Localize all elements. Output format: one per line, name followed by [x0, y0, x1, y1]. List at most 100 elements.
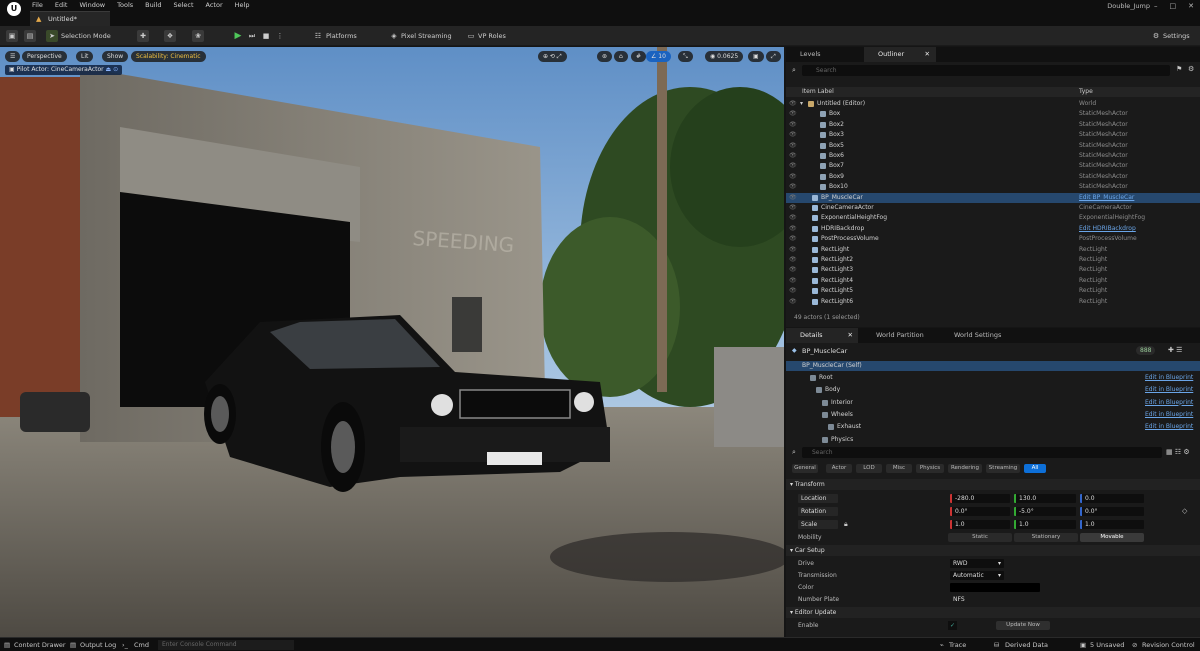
- outliner-row[interactable]: 👁︎ BP_MuscleCar Edit BP_MuscleCar: [786, 192, 1200, 203]
- component-row[interactable]: Root Edit in Blueprint: [786, 373, 1200, 383]
- more-options-icon[interactable]: ⋮: [274, 30, 286, 42]
- close-icon[interactable]: ✕: [1188, 2, 1194, 10]
- scale-snap-icon[interactable]: ⤡: [678, 51, 693, 62]
- scale-x-field[interactable]: 1.0: [950, 520, 1010, 529]
- camera-speed-icon[interactable]: ▣: [748, 51, 764, 62]
- visibility-eye-icon[interactable]: 👁︎: [789, 203, 797, 213]
- visibility-eye-icon[interactable]: 👁︎: [789, 172, 797, 182]
- transform-section[interactable]: ▾ Transform: [786, 479, 1200, 490]
- platforms-dropdown[interactable]: Platforms: [326, 29, 357, 43]
- visibility-eye-icon[interactable]: 👁︎: [789, 265, 797, 275]
- content-drawer-button[interactable]: Content Drawer: [14, 641, 66, 649]
- outliner-row[interactable]: 👁︎ Box3 StaticMeshActor: [786, 130, 1200, 140]
- outliner-row[interactable]: 👁︎ Box6 StaticMeshActor: [786, 151, 1200, 161]
- menu-actor[interactable]: Actor: [206, 1, 223, 9]
- derived-data-button[interactable]: Derived Data: [1005, 641, 1048, 649]
- close-tab-icon[interactable]: ✕: [848, 328, 853, 343]
- rotation-x-field[interactable]: 0.0°: [950, 507, 1010, 516]
- scale-snap-button[interactable]: ◉ 0.0625: [705, 51, 744, 62]
- visibility-eye-icon[interactable]: 👁︎: [789, 161, 797, 171]
- update-now-button[interactable]: Update Now: [996, 621, 1050, 630]
- settings-icon[interactable]: ⚙: [1188, 65, 1194, 73]
- visibility-eye-icon[interactable]: 👁︎: [789, 130, 797, 140]
- menu-window[interactable]: Window: [79, 1, 105, 9]
- minimize-icon[interactable]: –: [1154, 2, 1158, 10]
- rotation-snap-button[interactable]: ∠ 10: [646, 51, 671, 62]
- grid-snap-icon[interactable]: #: [631, 51, 647, 62]
- rotation-y-field[interactable]: -5.0°: [1014, 507, 1076, 516]
- tab-outliner[interactable]: Outliner ✕: [864, 47, 936, 62]
- console-command-input[interactable]: Enter Console Command: [158, 640, 294, 650]
- menu-select[interactable]: Select: [173, 1, 193, 9]
- edit-in-blueprint-link[interactable]: Edit in Blueprint: [1145, 410, 1193, 420]
- visibility-eye-icon[interactable]: 👁︎: [789, 276, 797, 286]
- gear-icon[interactable]: ⚙: [1150, 30, 1162, 42]
- outliner-row[interactable]: 👁︎ RectLight2 RectLight: [786, 255, 1200, 265]
- visibility-eye-icon[interactable]: 👁︎: [789, 234, 797, 244]
- component-count[interactable]: 888: [1136, 346, 1156, 355]
- cat-misc[interactable]: Misc: [886, 464, 912, 473]
- details-search-input[interactable]: Search: [802, 447, 1162, 458]
- tab-details[interactable]: Details ✕: [786, 328, 858, 343]
- selection-mode-icon[interactable]: ➤: [46, 30, 58, 42]
- revision-control-button[interactable]: Revision Control: [1142, 641, 1195, 649]
- cat-lod[interactable]: LOD: [856, 464, 882, 473]
- close-tab-icon[interactable]: ✕: [925, 47, 930, 62]
- menu-tools[interactable]: Tools: [117, 1, 133, 9]
- content-browser-icon[interactable]: ▤: [24, 30, 36, 42]
- filter-icon[interactable]: ⚑: [1176, 65, 1182, 73]
- settings-button[interactable]: Settings: [1163, 29, 1190, 43]
- edit-in-blueprint-link[interactable]: Edit in Blueprint: [1145, 385, 1193, 395]
- location-x-field[interactable]: -280.0: [950, 494, 1010, 503]
- component-row[interactable]: Exhaust Edit in Blueprint: [786, 422, 1200, 432]
- stop-icon[interactable]: ■: [260, 30, 272, 42]
- rotation-label[interactable]: Rotation: [798, 507, 838, 516]
- surface-snap-icon[interactable]: ⌂: [614, 51, 628, 62]
- viewport-options-menu[interactable]: ☰: [5, 51, 21, 62]
- outliner-row[interactable]: 👁︎ Box7 StaticMeshActor: [786, 161, 1200, 171]
- cat-streaming[interactable]: Streaming: [986, 464, 1020, 473]
- play-icon[interactable]: ▶: [232, 30, 244, 42]
- scale-z-field[interactable]: 1.0: [1080, 520, 1144, 529]
- transmission-dropdown[interactable]: Automatic ▾: [950, 571, 1004, 580]
- enable-checkbox[interactable]: ✓: [948, 621, 957, 630]
- component-row[interactable]: Body Edit in Blueprint: [786, 385, 1200, 395]
- outliner-row[interactable]: 👁︎ Box StaticMeshActor: [786, 109, 1200, 119]
- cat-actor[interactable]: Actor: [826, 464, 852, 473]
- chevron-down-icon[interactable]: ▾: [800, 99, 803, 109]
- add-component-icon[interactable]: ✚ ☰: [1168, 346, 1182, 354]
- outliner-row[interactable]: 👁︎ RectLight RectLight: [786, 245, 1200, 255]
- tab-world-settings[interactable]: World Settings: [942, 328, 1022, 343]
- visibility-eye-icon[interactable]: 👁︎: [789, 286, 797, 296]
- reset-to-default-icon[interactable]: ◇: [1182, 507, 1187, 515]
- color-swatch[interactable]: [950, 583, 1040, 592]
- add-actor-icon[interactable]: ✚: [137, 30, 149, 42]
- visibility-eye-icon[interactable]: 👁︎: [789, 255, 797, 265]
- vp-roles-dropdown[interactable]: VP Roles: [478, 29, 506, 43]
- mobility-stationary[interactable]: Stationary: [1014, 533, 1078, 542]
- property-matrix-icon[interactable]: ▦ ☷ ⚙: [1166, 448, 1190, 456]
- cmd-dropdown[interactable]: Cmd: [134, 641, 149, 649]
- edit-in-blueprint-link[interactable]: Edit in Blueprint: [1145, 422, 1193, 432]
- lock-icon[interactable]: 🔒︎: [844, 520, 848, 529]
- col-item-label[interactable]: Item Label: [802, 87, 834, 97]
- menu-file[interactable]: File: [32, 1, 43, 9]
- unreal-logo[interactable]: U: [7, 2, 21, 16]
- visibility-eye-icon[interactable]: 👁︎: [789, 99, 797, 109]
- scalability-warning[interactable]: Scalability: Cinematic: [131, 51, 206, 62]
- outliner-row[interactable]: 👁︎ RectLight6 RectLight: [786, 297, 1200, 307]
- edit-in-blueprint-link[interactable]: Edit in Blueprint: [1145, 373, 1193, 383]
- scale-label[interactable]: Scale: [798, 520, 838, 529]
- outliner-row[interactable]: 👁︎ Box2 StaticMeshActor: [786, 120, 1200, 130]
- visibility-eye-icon[interactable]: 👁︎: [789, 182, 797, 192]
- visibility-eye-icon[interactable]: 👁︎: [789, 120, 797, 130]
- mobility-static[interactable]: Static: [948, 533, 1012, 542]
- blueprint-icon[interactable]: ❖: [164, 30, 176, 42]
- editor-update-section[interactable]: ▾ Editor Update: [786, 607, 1200, 618]
- selection-mode-dropdown[interactable]: Selection Mode: [61, 29, 111, 43]
- number-plate-input[interactable]: NFS: [950, 595, 1040, 604]
- outliner-row[interactable]: 👁︎ Box9 StaticMeshActor: [786, 172, 1200, 182]
- show-button[interactable]: Show: [102, 51, 129, 62]
- outliner-row[interactable]: 👁︎ PostProcessVolume PostProcessVolume: [786, 234, 1200, 244]
- cat-physics[interactable]: Physics: [916, 464, 944, 473]
